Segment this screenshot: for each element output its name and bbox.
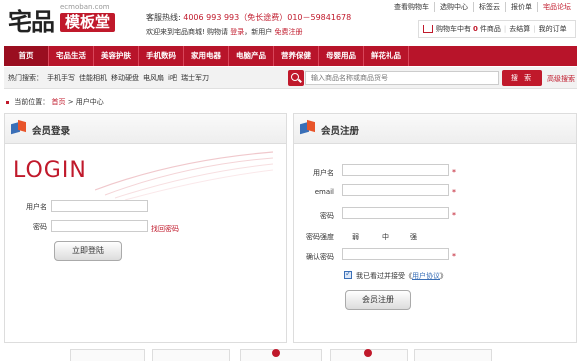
- reg-email-input[interactable]: [342, 184, 449, 196]
- breadcrumb-home[interactable]: 首页: [51, 98, 65, 106]
- hot-search-label: 热门搜索：: [8, 73, 43, 82]
- cart-bar: 购物车中有 0 件商品 | 去结算 | 我的订单: [418, 20, 576, 38]
- breadcrumb-bullet-icon: [6, 100, 9, 104]
- user-agreement-link[interactable]: 用户协议: [412, 272, 440, 280]
- hotline: 客服热线: 4006 993 993（免长途费）010－59841678: [146, 12, 351, 23]
- top-link-forum[interactable]: 宅品论坛: [537, 2, 576, 12]
- login-submit-button[interactable]: 立即登陆: [54, 241, 122, 261]
- top-links: 查看购物车 选购中心 标签云 报价单 宅品论坛: [389, 2, 576, 12]
- nav-item-home-life[interactable]: 宅品生活: [49, 46, 94, 66]
- login-username-input[interactable]: [51, 200, 148, 212]
- login-logo-word: LOGIN: [13, 158, 87, 183]
- member-login-icon: [11, 119, 27, 136]
- footer-tab-icon: [364, 349, 372, 357]
- agree-prefix: 我已看过并接受《: [356, 272, 412, 280]
- reg-confirm-input[interactable]: [342, 248, 449, 260]
- register-panel-title: 会员注册: [321, 126, 360, 137]
- new-user-text: ，新用户: [244, 28, 273, 36]
- top-link-quote[interactable]: 报价单: [505, 2, 537, 12]
- reg-password-input[interactable]: [342, 207, 449, 219]
- nav-item-appliances[interactable]: 家用电器: [184, 46, 229, 66]
- breadcrumb-current: > 用户中心: [67, 98, 104, 106]
- hot-keyword[interactable]: 手机手写: [47, 73, 75, 83]
- agree-suffix: 》: [440, 272, 447, 280]
- reg-username-input[interactable]: [342, 164, 449, 176]
- nav-item-beauty[interactable]: 美容护肤: [94, 46, 139, 66]
- footer-tab: [70, 349, 145, 361]
- breadcrumb: 当前位置： 首页 > 用户中心: [6, 97, 104, 107]
- checkout-link[interactable]: 去结算: [509, 24, 530, 34]
- required-mark: *: [452, 188, 456, 197]
- strength-weak: 弱: [352, 233, 359, 241]
- site-logo[interactable]: 宅品 ecmoban.com 模板堂: [8, 2, 128, 40]
- required-mark: *: [452, 168, 456, 177]
- strength-medium: 中: [382, 233, 389, 241]
- nav-item-computers[interactable]: 电脑产品: [229, 46, 274, 66]
- top-link-pick-center[interactable]: 选购中心: [434, 2, 473, 12]
- nav-item-flowers[interactable]: 鲜花礼品: [364, 46, 409, 66]
- my-orders-link[interactable]: 我的订单: [539, 24, 567, 34]
- login-swoosh-decoration: [95, 151, 274, 200]
- username-label: 用户名: [26, 203, 47, 211]
- reg-username-label: 用户名: [313, 169, 334, 177]
- hot-keyword[interactable]: 电风扇: [143, 73, 164, 83]
- nav-item-baby[interactable]: 母婴用品: [319, 46, 364, 66]
- strength-label: 密码强度: [306, 233, 334, 241]
- top-link-cart[interactable]: 查看购物车: [389, 2, 434, 12]
- top-link-tag-cloud[interactable]: 标签云: [473, 2, 505, 12]
- required-mark: *: [452, 252, 456, 261]
- search-bar: 热门搜索： 手机手写 佳能相机 移动硬盘 电风扇 i吧 瑞士军刀 搜 索 高级搜…: [4, 67, 577, 89]
- agree-checkbox[interactable]: [344, 269, 352, 279]
- cart-label-suffix: 件商品: [479, 25, 501, 33]
- forgot-password-link[interactable]: 找回密码: [151, 224, 179, 234]
- register-panel: 会员注册 用户名 * email * 密码 * 密码强度 弱 中 强 确认密码 …: [293, 113, 577, 343]
- advanced-search-link[interactable]: 高级搜索: [547, 74, 575, 84]
- footer-tab: [152, 349, 230, 361]
- hotline-label: 客服热线:: [146, 13, 181, 22]
- hot-keyword[interactable]: 瑞士军刀: [181, 73, 209, 83]
- welcome-text: 欢迎来到宅品商城! 购物请: [146, 28, 229, 36]
- welcome-line: 欢迎来到宅品商城! 购物请 登录，新用户 免费注册: [146, 27, 303, 37]
- login-panel-header: 会员登录: [5, 114, 286, 144]
- member-register-icon: [300, 119, 316, 136]
- confirm-password-label: 确认密码: [306, 253, 334, 261]
- logo-text: 宅品: [8, 7, 55, 36]
- cart-count: 0: [473, 25, 478, 33]
- hotline-number: 4006 993 993（免长途费）010－59841678: [183, 13, 352, 22]
- login-password-input[interactable]: [51, 220, 148, 232]
- main-nav: 首页 宅品生活 美容护肤 手机数码 家用电器 电脑产品 营养保健 母婴用品 鲜花…: [4, 46, 577, 66]
- login-panel-title: 会员登录: [32, 126, 71, 137]
- search-input[interactable]: [305, 71, 499, 85]
- cart-label-prefix: 购物车中有: [436, 25, 471, 33]
- register-panel-header: 会员注册: [294, 114, 576, 144]
- register-link[interactable]: 免费注册: [275, 28, 303, 36]
- hot-keyword[interactable]: i吧: [168, 73, 177, 83]
- nav-item-home[interactable]: 首页: [4, 46, 49, 66]
- logo-sub: 模板堂: [60, 13, 116, 32]
- footer-tab-icon: [272, 349, 280, 357]
- reg-password-label: 密码: [320, 212, 334, 220]
- reg-email-label: email: [314, 188, 334, 196]
- hot-keyword[interactable]: 移动硬盘: [111, 73, 139, 83]
- breadcrumb-prefix: 当前位置：: [14, 98, 50, 106]
- search-button[interactable]: 搜 索: [502, 70, 542, 86]
- nav-item-mobile[interactable]: 手机数码: [139, 46, 184, 66]
- nav-item-health[interactable]: 营养保健: [274, 46, 319, 66]
- cart-icon: [423, 25, 433, 33]
- footer-tab: [414, 349, 492, 361]
- footer-tab: [240, 349, 322, 361]
- login-link[interactable]: 登录: [230, 28, 244, 36]
- password-label: 密码: [33, 223, 47, 231]
- login-panel: 会员登录 LOGIN 用户名 密码 找回密码 立即登陆: [4, 113, 287, 343]
- required-mark: *: [452, 211, 456, 220]
- agree-text: 我已看过并接受《用户协议》: [356, 271, 447, 281]
- logo-site: ecmoban.com: [60, 3, 110, 11]
- register-submit-button[interactable]: 会员注册: [345, 290, 411, 310]
- strength-strong: 强: [410, 233, 417, 241]
- footer-tabs: [0, 347, 580, 361]
- search-icon: [288, 70, 304, 86]
- hot-keyword[interactable]: 佳能相机: [79, 73, 107, 83]
